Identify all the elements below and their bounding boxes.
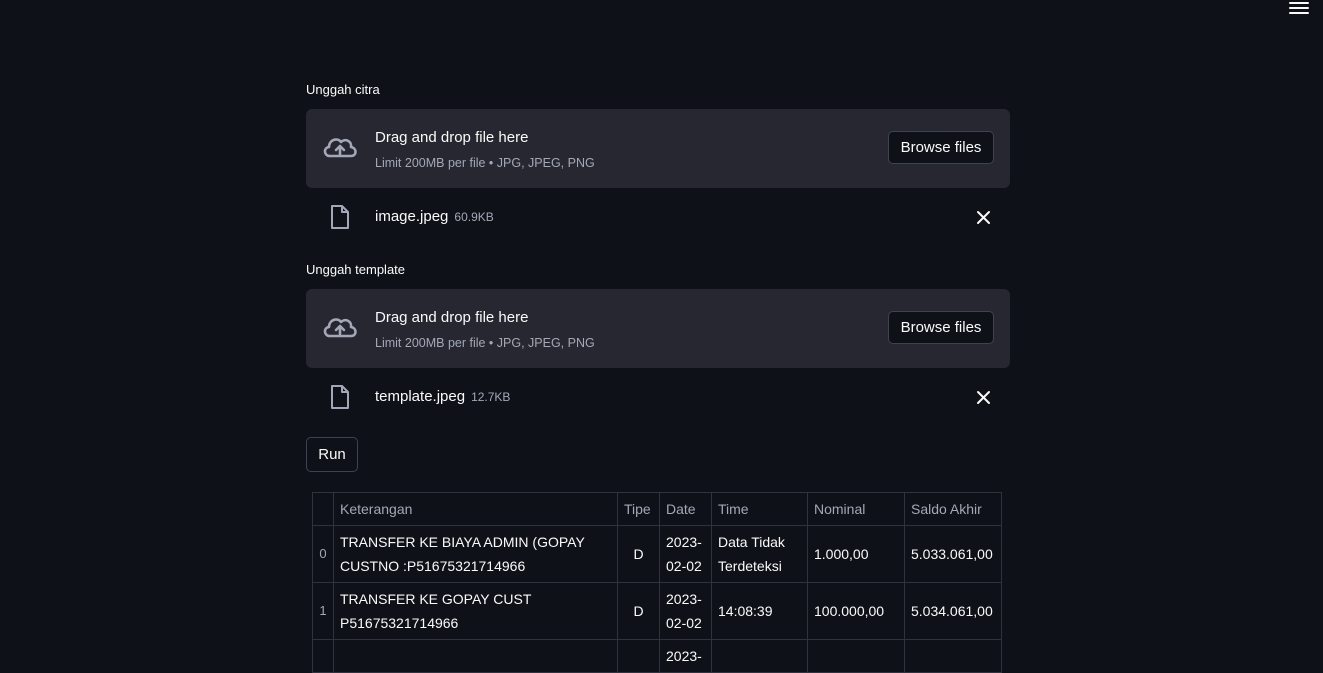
column-header-index[interactable] — [312, 492, 334, 526]
close-icon[interactable] — [976, 210, 991, 225]
table-row[interactable]: 1 TRANSFER KE GOPAY CUST P51675321714966 … — [312, 582, 1002, 640]
cell-time-line: Terdeteksi — [718, 558, 782, 574]
cell-date: 2023- — [659, 639, 712, 673]
cell-date-line: 02-02 — [666, 615, 702, 631]
results-table: Keterangan Tipe Date Time Nominal Saldo … — [312, 492, 1002, 673]
cell-nominal: 1.000,00 — [807, 525, 905, 583]
cell-keterangan: TRANSFER KE BIAYA ADMIN (GOPAY CUSTNO :P5… — [333, 525, 618, 583]
dropzone-title: Drag and drop file here — [375, 309, 529, 326]
cell-keterangan — [333, 639, 618, 673]
uploader-label-template: Unggah template — [306, 262, 406, 277]
cell-tipe — [617, 639, 660, 673]
uploader-label-citra: Unggah citra — [306, 82, 380, 97]
cloud-upload-icon — [323, 138, 357, 158]
cell-time: 14:08:39 — [711, 582, 808, 640]
column-header-keterangan[interactable]: Keterangan — [333, 492, 618, 526]
file-icon — [331, 205, 349, 229]
cell-keterangan-line: TRANSFER KE BIAYA ADMIN (GOPAY — [340, 534, 585, 550]
cell-nominal — [807, 639, 905, 673]
close-icon[interactable] — [976, 390, 991, 405]
cell-keterangan-line: CUSTNO :P51675321714966 — [340, 558, 526, 574]
cell-date-line: 2023- — [666, 534, 702, 550]
column-header-time[interactable]: Time — [711, 492, 808, 526]
file-name-row: template.jpeg 12.7KB — [375, 388, 510, 405]
column-header-nominal[interactable]: Nominal — [807, 492, 905, 526]
cell-tipe: D — [617, 525, 660, 583]
dropzone-title: Drag and drop file here — [375, 129, 529, 146]
hamburger-menu-icon[interactable] — [1289, 0, 1309, 18]
row-index — [312, 639, 334, 673]
cell-tipe: D — [617, 582, 660, 640]
cell-saldo-akhir: 5.033.061,00 — [904, 525, 1002, 583]
cell-date: 2023- 02-02 — [659, 525, 712, 583]
row-index: 0 — [312, 525, 334, 583]
cell-saldo-akhir: 5.034.061,00 — [904, 582, 1002, 640]
cell-keterangan-line: P51675321714966 — [340, 615, 459, 631]
dropzone-limit: Limit 200MB per file • JPG, JPEG, PNG — [375, 336, 595, 350]
file-name-row: image.jpeg 60.9KB — [375, 208, 494, 225]
dropzone-template[interactable]: Drag and drop file here Limit 200MB per … — [306, 289, 1010, 368]
cell-date: 2023- 02-02 — [659, 582, 712, 640]
column-header-tipe[interactable]: Tipe — [617, 492, 660, 526]
cloud-upload-icon — [323, 318, 357, 338]
cell-keterangan-line: TRANSFER KE GOPAY CUST — [340, 591, 532, 607]
dropzone-citra[interactable]: Drag and drop file here Limit 200MB per … — [306, 109, 1010, 188]
file-name: image.jpeg — [375, 208, 449, 225]
cell-keterangan: TRANSFER KE GOPAY CUST P51675321714966 — [333, 582, 618, 640]
cell-time: Data Tidak Terdeteksi — [711, 525, 808, 583]
cell-date-line: 02-02 — [666, 558, 702, 574]
file-size: 12.7KB — [471, 390, 511, 404]
row-index: 1 — [312, 582, 334, 640]
table-row[interactable]: 0 TRANSFER KE BIAYA ADMIN (GOPAY CUSTNO :… — [312, 525, 1002, 583]
browse-files-button[interactable]: Browse files — [888, 131, 994, 164]
browse-files-button[interactable]: Browse files — [888, 311, 994, 344]
cell-time-line: Data Tidak — [718, 534, 785, 550]
cell-saldo-akhir — [904, 639, 1002, 673]
cell-time — [711, 639, 808, 673]
table-row[interactable]: 2023- — [312, 639, 1002, 673]
uploaded-file-row: image.jpeg 60.9KB — [306, 197, 1010, 237]
file-size: 60.9KB — [454, 210, 494, 224]
column-header-date[interactable]: Date — [659, 492, 712, 526]
dropzone-limit: Limit 200MB per file • JPG, JPEG, PNG — [375, 156, 595, 170]
table-header-row: Keterangan Tipe Date Time Nominal Saldo … — [312, 492, 1002, 526]
cell-nominal: 100.000,00 — [807, 582, 905, 640]
file-name: template.jpeg — [375, 388, 466, 405]
run-button[interactable]: Run — [306, 437, 358, 472]
file-icon — [331, 385, 349, 409]
column-header-saldo-akhir[interactable]: Saldo Akhir — [904, 492, 1002, 526]
uploaded-file-row: template.jpeg 12.7KB — [306, 377, 1010, 417]
cell-date-line: 2023- — [666, 591, 702, 607]
